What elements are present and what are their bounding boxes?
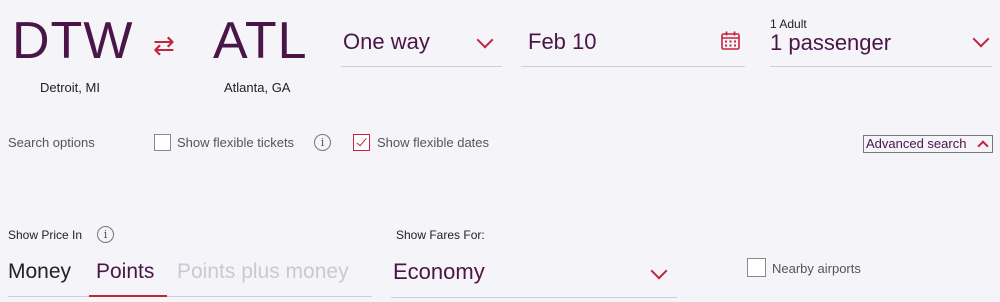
swap-icon[interactable]: ⇄ <box>153 32 175 58</box>
advanced-search-label: Advanced search <box>866 136 967 151</box>
info-icon[interactable]: i <box>97 226 114 243</box>
flexible-tickets-label[interactable]: Show flexible tickets <box>177 135 294 150</box>
destination-code[interactable]: ATL <box>213 15 308 67</box>
nearby-airports-checkbox[interactable] <box>747 258 766 277</box>
fare-class-select[interactable]: Economy <box>391 252 677 298</box>
search-options-label: Search options <box>8 135 95 150</box>
price-tabs-divider <box>8 296 372 297</box>
chevron-down-icon <box>476 31 494 49</box>
trip-type-value: One way <box>343 29 430 54</box>
nearby-airports-label[interactable]: Nearby airports <box>772 261 861 276</box>
passenger-summary: 1 Adult <box>770 17 807 31</box>
chevron-down-icon <box>650 262 668 280</box>
info-icon[interactable]: i <box>314 134 331 151</box>
flexible-dates-checkbox[interactable] <box>353 134 370 151</box>
flexible-dates-label[interactable]: Show flexible dates <box>377 135 489 150</box>
price-option-points[interactable]: Points <box>96 261 154 282</box>
price-option-points-plus-money[interactable]: Points plus money <box>177 261 349 282</box>
trip-type-select[interactable]: One way <box>341 16 502 67</box>
advanced-search-button[interactable]: Advanced search <box>863 135 993 153</box>
price-option-money[interactable]: Money <box>8 261 71 282</box>
chevron-up-icon <box>977 140 989 152</box>
destination-city: Atlanta, GA <box>224 80 291 95</box>
date-value: Feb 10 <box>528 29 597 54</box>
origin-city: Detroit, MI <box>40 80 100 95</box>
checkmark-icon <box>356 135 367 147</box>
fares-label: Show Fares For: <box>396 228 485 242</box>
price-label: Show Price In <box>8 228 83 242</box>
origin-code[interactable]: DTW <box>12 15 133 67</box>
chevron-down-icon <box>972 30 990 48</box>
fare-class-value: Economy <box>393 259 485 284</box>
selected-tab-underline <box>89 295 167 297</box>
passenger-select[interactable]: 1 Adult 1 passenger <box>770 14 992 67</box>
date-field[interactable]: Feb 10 <box>521 16 745 67</box>
passenger-value: 1 passenger <box>770 30 892 55</box>
calendar-icon[interactable] <box>720 30 741 51</box>
flexible-tickets-checkbox[interactable] <box>154 134 171 151</box>
